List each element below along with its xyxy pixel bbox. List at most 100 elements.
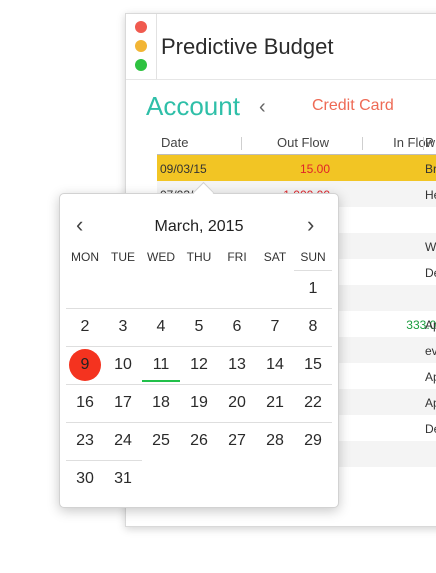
payee-cell: Ap — [425, 370, 436, 384]
weekday-label: SAT — [263, 250, 287, 264]
day-number: 10 — [114, 356, 132, 373]
calendar-day[interactable]: 4 — [142, 308, 180, 346]
day-number: 24 — [114, 432, 132, 449]
column-header-out-flow[interactable]: Out Flow — [277, 135, 329, 150]
day-number: 1 — [308, 280, 318, 297]
window-controls — [126, 14, 157, 79]
day-number: 6 — [232, 318, 242, 335]
calendar-day[interactable]: 21 — [256, 384, 294, 422]
day-number: 30 — [76, 470, 94, 487]
day-number: 14 — [266, 356, 284, 373]
day-number: 8 — [308, 318, 318, 335]
calendar-day[interactable]: 13 — [218, 346, 256, 384]
weekday-label: MON — [71, 250, 99, 264]
app-title: Predictive Budget — [161, 34, 334, 59]
close-window-button[interactable] — [135, 21, 147, 33]
payee-cell: W — [425, 240, 436, 254]
calendar-day[interactable]: 20 — [218, 384, 256, 422]
calendar-day[interactable]: 25 — [142, 422, 180, 460]
day-number: 26 — [190, 432, 208, 449]
day-number: 23 — [76, 432, 94, 449]
calendar-day[interactable]: 2 — [66, 308, 104, 346]
zoom-window-button[interactable] — [135, 59, 147, 71]
today-day[interactable]: 11 — [142, 346, 180, 384]
month-label: March, 2015 — [154, 218, 244, 235]
day-number: 11 — [152, 356, 170, 373]
calendar-day[interactable]: 19 — [180, 384, 218, 422]
payee-cell: De — [425, 422, 436, 436]
payee-cell: He — [425, 188, 436, 202]
date-picker-popover: ‹ March, 2015 › MON TUE WED THU FRI SAT SUN 12… — [59, 193, 339, 508]
calendar-day[interactable]: 14 — [256, 346, 294, 384]
day-number: 16 — [76, 394, 94, 411]
selected-day[interactable]: 9 — [66, 346, 104, 384]
week-row: 2 3 4 5 6 7 8 — [66, 308, 332, 346]
calendar-day[interactable]: 28 — [256, 422, 294, 460]
title-bar: Predictive Budget — [126, 14, 436, 80]
weekday-header: MON TUE WED THU FRI SAT SUN — [66, 250, 332, 266]
calendar-day[interactable]: 12 — [180, 346, 218, 384]
calendar-day[interactable]: 23 — [66, 422, 104, 460]
calendar-day[interactable]: 7 — [256, 308, 294, 346]
day-number: 2 — [80, 318, 90, 335]
day-number: 22 — [304, 394, 322, 411]
calendar-day[interactable]: 6 — [218, 308, 256, 346]
payee-cell: Ap — [425, 396, 436, 410]
day-number: 18 — [152, 394, 170, 411]
day-number: 9 — [80, 356, 90, 373]
week-row: 16 17 18 19 20 21 22 — [66, 384, 332, 422]
calendar-day[interactable]: 16 — [66, 384, 104, 422]
day-number: 19 — [190, 394, 208, 411]
calendar-day[interactable]: 29 — [294, 422, 332, 460]
day-number: 17 — [114, 394, 132, 411]
minimize-window-button[interactable] — [135, 40, 147, 52]
week-row: 1 — [66, 270, 332, 308]
calendar-day[interactable]: 18 — [142, 384, 180, 422]
column-header-p[interactable]: P — [425, 135, 434, 150]
weekday-label: WED — [147, 250, 175, 264]
account-name-link[interactable]: Credit Card — [312, 97, 394, 115]
payee-cell: Br — [425, 162, 436, 176]
calendar-day[interactable]: 15 — [294, 346, 332, 384]
chevron-right-icon[interactable]: › — [307, 214, 314, 236]
day-number: 25 — [152, 432, 170, 449]
calendar-day[interactable]: 26 — [180, 422, 218, 460]
calendar-day[interactable]: 27 — [218, 422, 256, 460]
calendar-day[interactable]: 3 — [104, 308, 142, 346]
week-row: 23 24 25 26 27 28 29 — [66, 422, 332, 460]
day-number: 5 — [194, 318, 204, 335]
weekday-label: TUE — [111, 250, 135, 264]
calendar-day[interactable]: 30 — [66, 460, 104, 498]
calendar-day[interactable]: 1 — [294, 270, 332, 308]
calendar-day[interactable]: 22 — [294, 384, 332, 422]
column-separator — [423, 137, 424, 150]
payee-cell: ev — [425, 344, 436, 358]
day-number: 20 — [228, 394, 246, 411]
table-row[interactable]: 09/03/15 15.00 Br — [157, 155, 436, 181]
day-number: 15 — [304, 356, 322, 373]
day-number: 3 — [118, 318, 128, 335]
column-separator — [362, 137, 363, 150]
day-number: 31 — [114, 470, 132, 487]
column-header-date[interactable]: Date — [161, 135, 188, 150]
out-flow-cell: 15.00 — [299, 162, 330, 176]
day-number: 7 — [270, 318, 280, 335]
calendar-day[interactable]: 24 — [104, 422, 142, 460]
calendar-day[interactable]: 8 — [294, 308, 332, 346]
weekday-label: THU — [186, 250, 212, 264]
calendar-day[interactable]: 31 — [104, 460, 142, 498]
calendar-day[interactable]: 5 — [180, 308, 218, 346]
day-number: 12 — [190, 356, 208, 373]
weekday-label: FRI — [227, 250, 247, 264]
weekday-label: SUN — [300, 250, 326, 264]
day-number: 27 — [228, 432, 246, 449]
account-heading: Account — [146, 91, 240, 121]
day-number: 21 — [266, 394, 284, 411]
day-number: 29 — [304, 432, 322, 449]
day-number: 28 — [266, 432, 284, 449]
chevron-left-icon[interactable]: ‹ — [259, 96, 266, 119]
week-row: 9 10 11 12 13 14 15 — [66, 346, 332, 384]
column-separator — [241, 137, 242, 150]
calendar-day[interactable]: 17 — [104, 384, 142, 422]
calendar-day[interactable]: 10 — [104, 346, 142, 384]
